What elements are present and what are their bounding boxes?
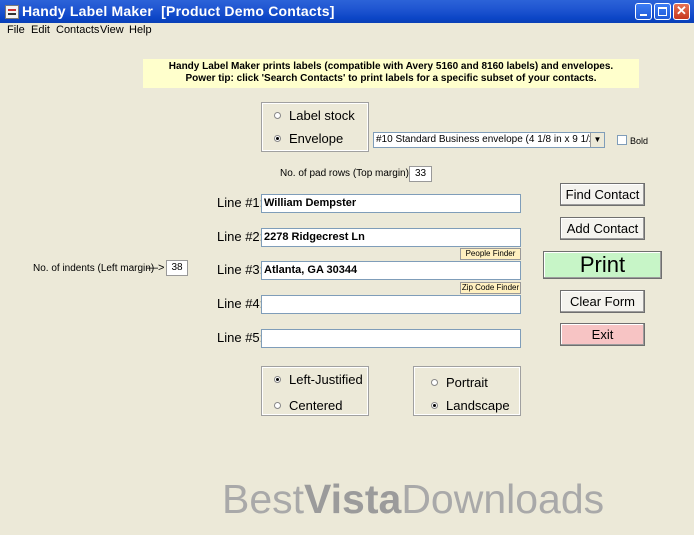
envelope-size-select[interactable]: #10 Standard Business envelope (4 1/8 in… (373, 132, 605, 148)
menu-file[interactable]: File (7, 24, 25, 36)
line-4-label: Line #4: (217, 296, 264, 311)
radio-dot (274, 112, 281, 119)
radio-dot (274, 135, 281, 142)
bold-label: Bold (630, 136, 649, 146)
menu-contacts[interactable]: Contacts (56, 24, 99, 36)
pad-rows-label: No. of pad rows (Top margin): (280, 168, 412, 179)
radio-label: Left-Justified (289, 372, 363, 387)
radio-centered[interactable]: Centered (274, 398, 342, 413)
menu-bar: File Edit Contacts View Help (0, 23, 694, 38)
clear-form-button[interactable]: Clear Form (560, 290, 645, 313)
line-2-input[interactable]: 2278 Ridgecrest Ln (261, 228, 521, 247)
bold-checkbox[interactable] (617, 135, 627, 145)
arrow-right-icon: —> (147, 262, 165, 274)
zip-code-finder-button[interactable]: Zip Code Finder (460, 282, 521, 294)
close-button[interactable]: ✕ (673, 3, 690, 20)
radio-label: Portrait (446, 375, 488, 390)
pad-rows-input[interactable]: 33 (409, 166, 432, 182)
radio-dot (274, 402, 281, 409)
watermark-part: Best (222, 476, 305, 522)
watermark: BestVistaDownloads (222, 476, 604, 523)
radio-dot (274, 376, 281, 383)
line-5-input[interactable] (261, 329, 521, 348)
line-1-input[interactable]: William Dempster (261, 194, 521, 213)
find-contact-button[interactable]: Find Contact (560, 183, 645, 206)
select-value: #10 Standard Business envelope (4 1/8 in… (376, 134, 605, 145)
maximize-icon (658, 7, 667, 16)
radio-label: Envelope (289, 131, 344, 146)
watermark-part: Vista (304, 476, 402, 522)
line-5-label: Line #5: (217, 330, 264, 345)
radio-dot (431, 402, 438, 409)
radio-portrait[interactable]: Portrait (431, 375, 488, 390)
banner-line-1: Handy Label Maker prints labels (compati… (168, 61, 614, 72)
title-bar[interactable]: Handy Label Maker [Product Demo Contacts… (0, 0, 694, 23)
banner-line-2: Power tip: click 'Search Contacts' to pr… (185, 73, 597, 84)
add-contact-button[interactable]: Add Contact (560, 217, 645, 240)
indents-input[interactable]: 38 (166, 260, 188, 276)
line-3-input[interactable]: Atlanta, GA 30344 (261, 261, 521, 280)
chevron-down-icon[interactable]: ▼ (590, 133, 604, 147)
radio-landscape[interactable]: Landscape (431, 398, 510, 413)
exit-button[interactable]: Exit (560, 323, 645, 346)
info-banner: Handy Label Maker prints labels (compati… (143, 59, 639, 88)
menu-help[interactable]: Help (129, 24, 152, 36)
radio-left-justified[interactable]: Left-Justified (274, 372, 363, 387)
radio-dot (431, 379, 438, 386)
radio-label: Landscape (446, 398, 510, 413)
radio-envelope[interactable]: Envelope (274, 131, 343, 146)
radio-label-stock[interactable]: Label stock (274, 108, 355, 123)
radio-label: Label stock (289, 108, 355, 123)
minimize-button[interactable] (635, 3, 652, 20)
minimize-icon (640, 14, 647, 16)
line-4-input[interactable] (261, 295, 521, 314)
line-3-label: Line #3: (217, 262, 264, 277)
line-1-label: Line #1: (217, 195, 264, 210)
print-button[interactable]: Print (543, 251, 662, 279)
radio-label: Centered (289, 398, 343, 413)
indents-label: No. of indents (Left margin) (33, 263, 155, 274)
close-icon: ✕ (676, 3, 687, 18)
app-window: Handy Label Maker [Product Demo Contacts… (0, 0, 694, 535)
window-title: Handy Label Maker [Product Demo Contacts… (22, 3, 335, 19)
people-finder-button[interactable]: People Finder (460, 248, 521, 260)
watermark-part: Downloads (401, 476, 605, 522)
maximize-button[interactable] (654, 3, 671, 20)
line-2-label: Line #2: (217, 229, 264, 244)
menu-edit[interactable]: Edit (31, 24, 50, 36)
menu-view[interactable]: View (100, 24, 124, 36)
app-icon[interactable] (5, 5, 19, 19)
